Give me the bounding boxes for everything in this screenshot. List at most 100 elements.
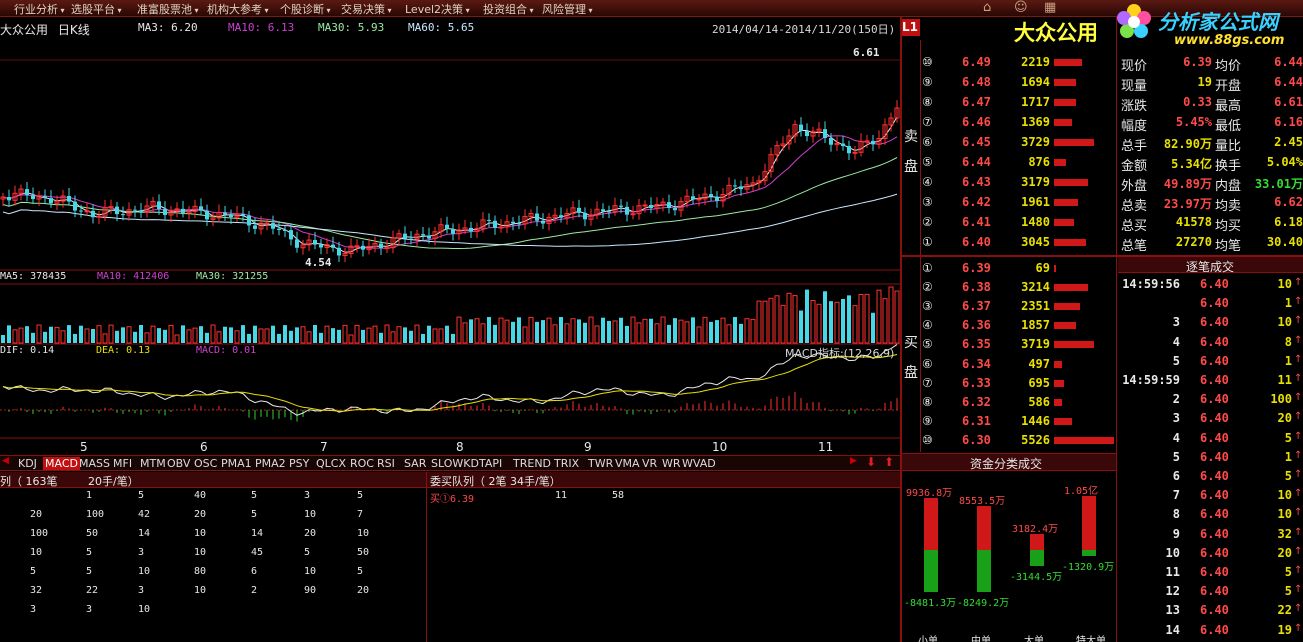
book-volume-bar	[1054, 284, 1088, 292]
menu-item-8[interactable]: 风险管理	[542, 1, 593, 17]
tab-trix[interactable]: TRIX	[552, 457, 581, 470]
tick-price: 6.40	[1200, 277, 1229, 291]
home-icon[interactable]: ⌂	[983, 0, 999, 16]
buy-queue-v2: 58	[612, 490, 625, 501]
book-volume-bar	[1054, 360, 1062, 368]
grid-icon[interactable]: ▦	[1044, 0, 1060, 16]
tab-trend[interactable]: TREND	[511, 457, 553, 470]
book-price[interactable]: 6.39	[962, 261, 991, 275]
tab-pma2[interactable]: PMA2	[253, 457, 288, 470]
book-level-no: ③	[922, 195, 933, 209]
tick-time: 5	[1172, 449, 1180, 464]
tab-tapi[interactable]: TAPI	[477, 457, 504, 470]
vol-ma5-label: MA5: 378435	[0, 271, 67, 282]
capital-inflow-value: 3182.4万	[1012, 524, 1059, 535]
tab-scroll-left-icon[interactable]: ◀	[2, 456, 9, 466]
quote-label: 最低	[1215, 119, 1242, 134]
capital-outflow-bar	[924, 550, 938, 592]
person-icon[interactable]: ☺	[1014, 0, 1030, 16]
period-label[interactable]: 日K线	[58, 23, 90, 37]
tab-obv[interactable]: OBV	[165, 457, 192, 470]
tick-price: 6.40	[1200, 411, 1229, 426]
book-price[interactable]: 6.40	[962, 235, 991, 249]
quote-value: 23.97万	[1163, 197, 1212, 211]
tick-volume: 20	[1277, 545, 1292, 560]
tab-mfi[interactable]: MFI	[111, 457, 134, 470]
quote-label: 幅度	[1121, 119, 1148, 134]
book-price[interactable]: 6.32	[962, 395, 991, 409]
book-volume: 3214	[1021, 280, 1050, 295]
tab-sar[interactable]: SAR	[402, 457, 428, 470]
vol-ma30-label: MA30: 321255	[196, 271, 269, 282]
sell-queue-cell: 5	[30, 566, 37, 577]
book-volume-bar	[1054, 398, 1062, 406]
tick-up-arrow-icon: ↑	[1294, 334, 1303, 346]
tab-qlcx[interactable]: QLCX	[314, 457, 348, 470]
book-price[interactable]: 6.48	[962, 75, 991, 89]
sell-queue-cell: 2	[251, 585, 258, 596]
site-logo: 分析家公式网 www.88gs.com	[1110, 0, 1303, 55]
menu-item-3[interactable]: 机构大参考	[207, 1, 269, 17]
quote-label: 均价	[1215, 59, 1242, 74]
book-level-no: ⑦	[922, 115, 933, 129]
l1-badge[interactable]: L1	[900, 19, 920, 36]
tab-rsi[interactable]: RSI	[375, 457, 397, 470]
book-price[interactable]: 6.33	[962, 376, 991, 390]
buy-queue-header: 委买队列（ 2笔 34手/笔）	[430, 475, 561, 488]
tab-kdj[interactable]: KDJ	[16, 457, 39, 470]
menu-item-6[interactable]: Level2决策	[405, 1, 470, 17]
tab-macd[interactable]: MACD	[43, 457, 80, 470]
tick-volume: 1	[1284, 449, 1292, 464]
kline-chart[interactable]	[0, 36, 900, 456]
book-price[interactable]: 6.49	[962, 55, 991, 69]
tab-mtm[interactable]: MTM	[138, 457, 168, 470]
tab-psy[interactable]: PSY	[287, 457, 311, 470]
tab-slowkd[interactable]: SLOWKD	[429, 457, 481, 470]
tick-price: 6.40	[1200, 622, 1229, 637]
book-price[interactable]: 6.43	[962, 175, 991, 189]
price-high-label: 6.61	[853, 46, 880, 59]
tab-pma1[interactable]: PMA1	[219, 457, 254, 470]
tab-twr[interactable]: TWR	[586, 457, 615, 470]
book-price[interactable]: 6.36	[962, 318, 991, 332]
tick-time: 3	[1172, 315, 1180, 330]
book-price[interactable]: 6.34	[962, 357, 991, 371]
sell-queue-cell: 100	[30, 528, 49, 539]
tab-wvad[interactable]: WVAD	[680, 457, 718, 470]
book-price[interactable]: 6.41	[962, 215, 991, 229]
book-volume: 1717	[1021, 95, 1050, 109]
book-price[interactable]: 6.37	[962, 299, 991, 313]
menu-item-2[interactable]: 准富股票池	[137, 1, 199, 17]
menu-item-1[interactable]: 选股平台	[71, 1, 122, 17]
quote-label: 内盘	[1215, 179, 1242, 194]
capital-category-label: 中单	[971, 636, 991, 642]
arrow-up-icon[interactable]: ⬆	[884, 455, 894, 469]
tab-scroll-right-icon[interactable]: ▶	[850, 456, 857, 466]
menu-item-5[interactable]: 交易决策	[341, 1, 392, 17]
buy-queue-v1: 11	[555, 490, 568, 501]
book-price[interactable]: 6.38	[962, 280, 991, 294]
arrow-down-icon[interactable]: ⬇	[866, 455, 876, 469]
tab-roc[interactable]: ROC	[348, 457, 376, 470]
quote-value: 6.62	[1274, 195, 1303, 209]
book-price[interactable]: 6.30	[962, 433, 991, 447]
book-price[interactable]: 6.46	[962, 115, 991, 129]
sell-queue-cell: 7	[357, 509, 364, 520]
book-price[interactable]: 6.35	[962, 337, 991, 351]
quote-value: 82.90万	[1163, 137, 1212, 151]
book-volume-bar	[1054, 239, 1086, 246]
tab-mass[interactable]: MASS	[77, 457, 112, 470]
menu-item-4[interactable]: 个股诊断	[280, 1, 331, 17]
book-price[interactable]: 6.47	[962, 95, 991, 109]
book-price[interactable]: 6.44	[962, 155, 991, 169]
menu-item-0[interactable]: 行业分析	[14, 1, 65, 17]
book-price[interactable]: 6.42	[962, 195, 991, 209]
menu-item-7[interactable]: 投资组合	[483, 1, 534, 17]
tab-osc[interactable]: OSC	[192, 457, 219, 470]
book-price[interactable]: 6.45	[962, 135, 991, 149]
tab-vma[interactable]: VMA	[613, 457, 642, 470]
book-volume-bar	[1054, 79, 1076, 86]
tab-vr[interactable]: VR	[640, 457, 659, 470]
tick-up-arrow-icon: ↑	[1294, 411, 1303, 423]
book-price[interactable]: 6.31	[962, 414, 991, 428]
